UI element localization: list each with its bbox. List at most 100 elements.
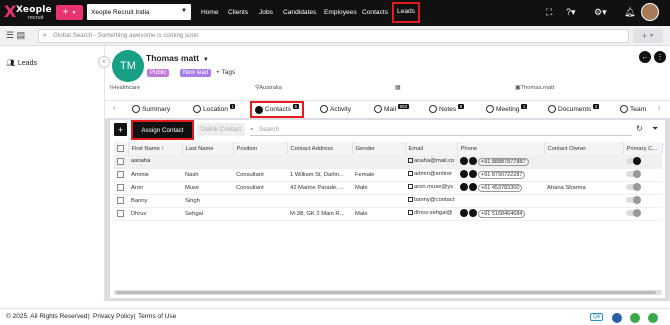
column-last-name[interactable]: Last Name (182, 142, 234, 155)
org-select[interactable]: Xeople Recruit India ▼ (87, 4, 191, 20)
row-checkbox[interactable] (114, 181, 128, 195)
meeting-icon (486, 105, 494, 113)
email-cell[interactable]: admin@entirer (405, 168, 457, 182)
email-cell[interactable]: banny@contact (405, 194, 457, 208)
phone-cell[interactable]: +91 88887877887 (457, 155, 544, 169)
user-avatar[interactable] (641, 3, 659, 21)
nav-jobs[interactable]: Jobs (259, 9, 273, 16)
bell-icon[interactable]: 🔔︎ (624, 7, 635, 18)
column-contact-address[interactable]: Contact Address (287, 142, 353, 155)
fullscreen-icon[interactable]: ⛶ (546, 7, 552, 18)
xeople-logo[interactable]: X Xeople recruit (4, 3, 52, 23)
tab-notes[interactable]: Notes 8 (429, 103, 464, 113)
table-row[interactable]: Ammie Nash Consultant 1 William St, Darl… (114, 168, 662, 182)
phone-icon (460, 170, 468, 179)
tab-team[interactable]: Team (620, 105, 646, 113)
column-first-name[interactable]: First Name ↑ (128, 142, 183, 155)
tab-scroll-left-icon[interactable]: ‹ (113, 105, 115, 112)
table-row[interactable]: Banny Singh banny@contact (114, 194, 662, 208)
user-icon[interactable] (612, 313, 622, 323)
tab-mail[interactable]: Mail 693 (374, 103, 409, 113)
tab-activity[interactable]: Activity (320, 105, 351, 113)
row-checkbox[interactable] (114, 207, 128, 221)
phone-cell[interactable]: +91 5168464684 (457, 207, 544, 221)
lead-name[interactable]: Thomas matt ▼ (146, 53, 209, 63)
help-icon[interactable]: ?▾ (566, 7, 576, 18)
row-checkbox[interactable] (114, 155, 128, 169)
delink-contact-button[interactable]: Delink Contact (197, 123, 245, 136)
column-primary-contact[interactable]: Primary C... (623, 142, 663, 155)
primary-toggle[interactable] (623, 168, 662, 182)
add-button[interactable]: + ▼ (633, 29, 663, 43)
gear-icon[interactable]: ⚙▾ (594, 7, 607, 18)
wifi-icon[interactable] (648, 313, 658, 323)
nav-employees[interactable]: Employees (324, 9, 357, 16)
contacts-panel: + Assign Contact Delink Contact ⌕ Search… (110, 120, 665, 298)
primary-toggle[interactable] (623, 181, 662, 195)
tag-new-lead[interactable]: New lead (180, 69, 212, 77)
table-row[interactable]: Dhruv Sehgal M-38, GK 2 Main R... Male d… (114, 207, 662, 221)
nav-clients[interactable]: Clients (228, 9, 248, 16)
tab-documents[interactable]: Documents 2 (548, 103, 599, 113)
list-view-icon[interactable]: ☰ ▤ (6, 30, 25, 41)
tab-contacts[interactable]: Contacts 5 (250, 101, 304, 118)
activity-icon (320, 105, 328, 113)
email-cell[interactable]: aron.muse@ys (405, 181, 457, 195)
sidebar-collapse-button[interactable]: ‹ (98, 56, 110, 68)
tab-meeting[interactable]: Meeting 1 (486, 103, 527, 113)
owner-field: ▣ Thomas.matt (515, 85, 555, 91)
phone-cell (457, 194, 544, 208)
email-cell[interactable]: dhruv.sehgal@ (405, 207, 457, 221)
whatsapp-icon (469, 209, 477, 218)
back-button[interactable]: ← (639, 51, 651, 63)
add-tags-button[interactable]: + Tags (216, 69, 235, 76)
primary-toggle[interactable] (623, 155, 662, 169)
contact-search-input[interactable]: ⌕ Search (250, 123, 632, 136)
assign-contact-button[interactable]: Assign Contact (131, 120, 194, 140)
table-header-row: First Name ↑ Last Name Position Contact … (114, 142, 663, 155)
column-gender[interactable]: Gender (352, 142, 406, 155)
horizontal-scrollbar[interactable] (114, 290, 662, 295)
phone-cell[interactable]: +91 8790722287 (457, 168, 544, 182)
primary-toggle[interactable] (623, 194, 662, 208)
mail-icon (408, 184, 413, 190)
sidebar-item-leads[interactable]: 👥︎ Leads (6, 59, 37, 68)
phone-cell[interactable]: +61 453783300 (457, 181, 544, 195)
documents-icon (548, 105, 556, 113)
select-all-checkbox[interactable] (114, 142, 129, 155)
nav-candidates[interactable]: Candidates (283, 9, 316, 16)
add-contact-button[interactable]: + (114, 123, 127, 136)
column-phone[interactable]: Phone (457, 142, 545, 155)
env-badge: QA (590, 313, 604, 321)
top-nav: X Xeople recruit + ▼ Xeople Recruit India… (0, 0, 670, 26)
row-checkbox[interactable] (114, 194, 128, 208)
tab-location[interactable]: Location 1 (193, 103, 236, 113)
search-icon: ⌕ (250, 126, 254, 133)
column-contact-owner[interactable]: Contact Owner (544, 142, 624, 155)
email-cell[interactable]: anaha@mail.co (405, 155, 457, 169)
nav-home[interactable]: Home (201, 9, 219, 16)
refresh-icon[interactable]: ↻ (636, 124, 643, 133)
primary-toggle[interactable] (623, 207, 662, 221)
check-icon[interactable] (630, 313, 640, 323)
chevron-down-icon: ▼ (649, 33, 655, 39)
tag-public[interactable]: Public (147, 69, 170, 77)
filter-icon[interactable]: ⏷ (652, 124, 658, 134)
table-row[interactable]: Aron Muse Consultant 42 Marine Parade, .… (114, 181, 662, 195)
sidebar: 👥︎ Leads (0, 46, 105, 301)
chevron-down-icon: ▼ (71, 9, 77, 16)
tab-summary[interactable]: Summary (132, 105, 170, 113)
tab-scroll-right-icon[interactable]: › (658, 105, 660, 112)
global-search-input[interactable]: ⌕ Global Search - Something awesome is c… (38, 29, 629, 43)
logo-text: Xeople (16, 5, 52, 15)
column-email[interactable]: Email (405, 142, 458, 155)
row-checkbox[interactable] (114, 168, 128, 182)
terms-link[interactable]: Terms of Use (138, 313, 176, 320)
nav-contacts[interactable]: Contacts (362, 9, 388, 16)
nav-leads[interactable]: Leads (392, 2, 420, 23)
quick-add-button[interactable]: + ▼ (56, 5, 83, 20)
privacy-policy-link[interactable]: Privacy Policy (93, 313, 133, 320)
more-options-icon[interactable]: ⋮ (654, 51, 666, 63)
table-row[interactable]: aanaha anaha@mail.co +91 88887877887 (114, 155, 662, 169)
column-position[interactable]: Position (233, 142, 288, 155)
